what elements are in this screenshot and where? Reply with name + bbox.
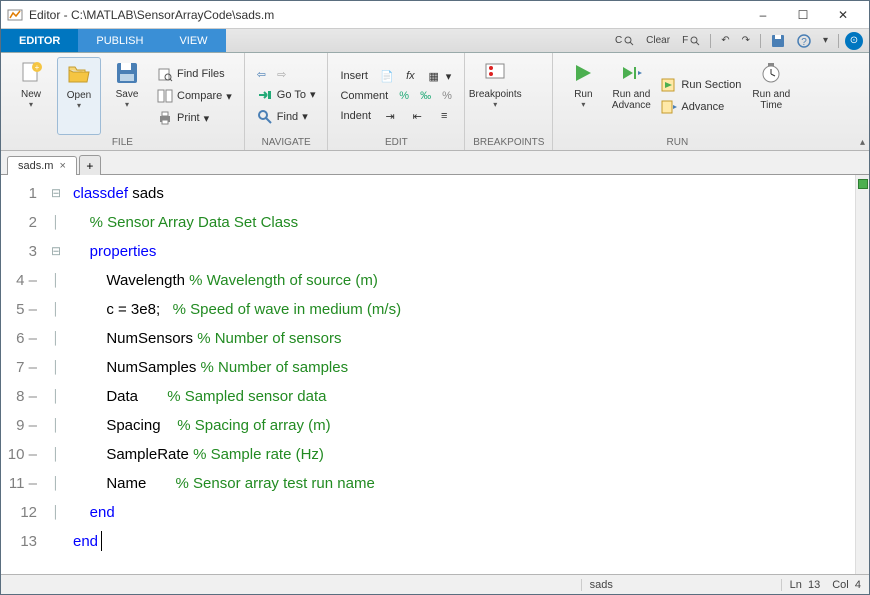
ribbon: + New▾ Open▾ Save▾ Find Files Compare ▾ … <box>1 53 869 151</box>
fold-column[interactable]: ⊟│⊟│││││││││ <box>45 175 67 574</box>
tab-publish[interactable]: PUBLISH <box>78 29 161 52</box>
toolstrip-tabs: EDITOR PUBLISH VIEW C Clear F ↶ ↷ ? ▾ ⊙ <box>1 29 869 53</box>
group-breakpoints: Breakpoints▾ BREAKPOINTS <box>465 53 553 150</box>
undo-icon[interactable]: ↶ <box>717 33 733 48</box>
print-button[interactable]: Print ▾ <box>153 108 236 128</box>
save-icon[interactable] <box>767 32 789 50</box>
find-files-button[interactable]: Find Files <box>153 64 236 84</box>
qa-search[interactable]: C <box>611 33 638 48</box>
status-col: Col 4 <box>832 579 861 591</box>
group-label-file: FILE <box>9 135 236 148</box>
run-and-advance-button[interactable]: Run and Advance <box>609 57 653 135</box>
svg-text:?: ? <box>801 37 807 48</box>
indent-button[interactable]: Indent ⇥ ⇤ ≡ <box>336 106 456 126</box>
dropdown-icon[interactable]: ▾ <box>819 33 832 48</box>
new-tab-button[interactable]: + <box>79 155 101 175</box>
title-bar: Editor - C:\MATLAB\SensorArrayCode\sads.… <box>1 1 869 29</box>
window-title: Editor - C:\MATLAB\SensorArrayCode\sads.… <box>29 8 743 22</box>
editor-area[interactable]: 1 2 3 4 –5 –6 –7 –8 –9 –10 –11 –12 13 ⊟│… <box>1 175 869 574</box>
save-button[interactable]: Save▾ <box>105 57 149 135</box>
message-strip[interactable] <box>855 175 869 574</box>
quick-access-toolbar: C Clear F ↶ ↷ ? ▾ ⊙ <box>611 29 863 52</box>
group-navigate: ⇦ ⇨ Go To ▾ Find ▾ NAVIGATE <box>245 53 329 150</box>
qa-find[interactable]: F <box>678 33 704 48</box>
run-button[interactable]: Run▾ <box>561 57 605 135</box>
group-file: + New▾ Open▾ Save▾ Find Files Compare ▾ … <box>1 53 245 150</box>
collapse-ribbon-icon[interactable]: ▴ <box>860 137 865 148</box>
close-button[interactable]: ✕ <box>823 4 863 26</box>
app-icon <box>7 7 23 23</box>
comment-button[interactable]: Comment % ‰ % <box>336 88 456 104</box>
group-run: Run▾ Run and Advance Run Section Advance… <box>553 53 801 150</box>
close-tab-icon[interactable]: × <box>59 160 65 172</box>
line-number-gutter: 1 2 3 4 –5 –6 –7 –8 –9 –10 –11 –12 13 <box>1 175 45 574</box>
new-button[interactable]: + New▾ <box>9 57 53 135</box>
tab-view[interactable]: VIEW <box>161 29 225 52</box>
compare-button[interactable]: Compare ▾ <box>153 86 236 106</box>
document-tab[interactable]: sads.m × <box>7 156 77 175</box>
find-button[interactable]: Find ▾ <box>253 107 320 127</box>
run-and-time-button[interactable]: Run and Time <box>749 57 793 135</box>
status-function: sads <box>581 579 781 591</box>
tab-editor[interactable]: EDITOR <box>1 29 78 52</box>
nav-back-forward[interactable]: ⇦ ⇨ <box>253 66 320 83</box>
status-line: Ln 13 <box>790 579 821 591</box>
actions-button[interactable]: ⊙ <box>845 32 863 50</box>
run-section-button[interactable]: Run Section <box>657 75 745 95</box>
maximize-button[interactable]: ☐ <box>783 4 823 26</box>
group-label-breakpoints: BREAKPOINTS <box>473 135 544 148</box>
status-bar: sads Ln 13 Col 4 <box>1 574 869 594</box>
group-edit: Insert 📄 fx ▦▾ Comment % ‰ % Indent ⇥ ⇤ … <box>328 53 465 150</box>
group-label-run: RUN <box>561 135 793 148</box>
minimize-button[interactable]: – <box>743 4 783 26</box>
document-tab-bar: sads.m × + <box>1 151 869 175</box>
help-icon[interactable]: ? <box>793 32 815 50</box>
advance-button[interactable]: Advance <box>657 97 745 117</box>
breakpoints-button[interactable]: Breakpoints▾ <box>473 57 517 135</box>
group-label-navigate: NAVIGATE <box>253 135 320 148</box>
open-button[interactable]: Open▾ <box>57 57 101 135</box>
insert-button[interactable]: Insert 📄 fx ▦▾ <box>336 66 456 86</box>
goto-button[interactable]: Go To ▾ <box>253 85 320 105</box>
qa-clear[interactable]: Clear <box>642 33 674 48</box>
code-area[interactable]: classdef sads % Sensor Array Data Set Cl… <box>67 175 855 574</box>
svg-text:+: + <box>35 63 40 72</box>
redo-icon[interactable]: ↷ <box>738 33 754 48</box>
group-label-edit: EDIT <box>336 135 456 148</box>
code-ok-marker <box>858 179 868 189</box>
document-tab-label: sads.m <box>18 160 53 172</box>
